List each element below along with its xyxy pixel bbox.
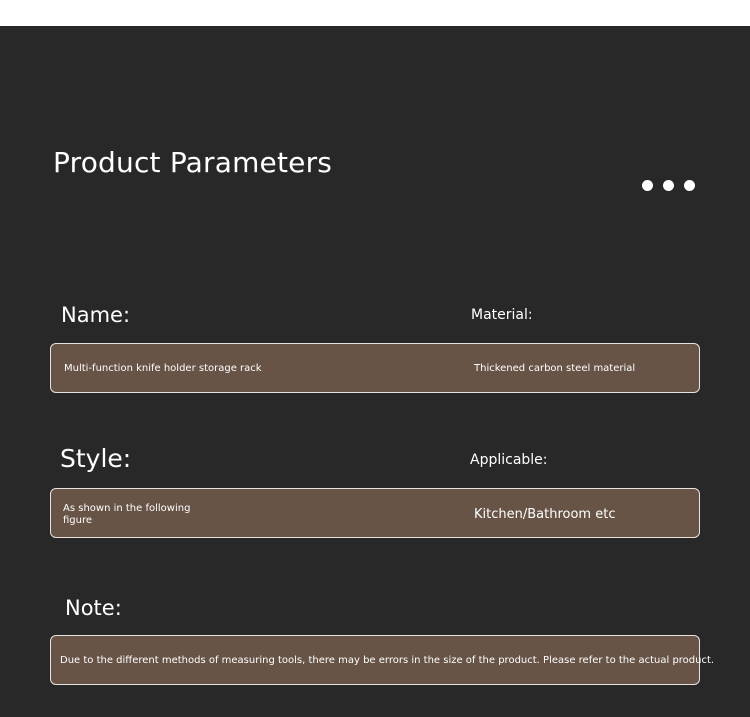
applicable-label: Applicable: <box>470 452 548 468</box>
material-value: Thickened carbon steel material <box>474 363 636 374</box>
note-box: Due to the different methods of measurin… <box>50 635 714 685</box>
material-label: Material: <box>471 307 533 323</box>
note-value: Due to the different methods of measurin… <box>60 655 715 666</box>
dot-icon <box>642 180 653 191</box>
style-label: Style: <box>60 444 132 473</box>
name-label: Name: <box>61 303 131 327</box>
product-parameters-panel: Product Parameters Name: Material: Multi… <box>0 26 750 717</box>
name-value: Multi-function knife holder storage rack <box>64 363 262 374</box>
applicable-value: Kitchen/Bathroom etc <box>474 507 616 522</box>
style-applicable-box: As shown in the following figure Kitchen… <box>50 488 700 538</box>
name-material-box: Multi-function knife holder storage rack… <box>50 343 700 393</box>
dot-icon <box>684 180 695 191</box>
more-dots-icon <box>642 180 695 192</box>
page-title: Product Parameters <box>53 146 333 179</box>
dot-icon <box>663 180 674 191</box>
style-value: As shown in the following figure <box>63 503 191 526</box>
note-label: Note: <box>65 596 122 620</box>
